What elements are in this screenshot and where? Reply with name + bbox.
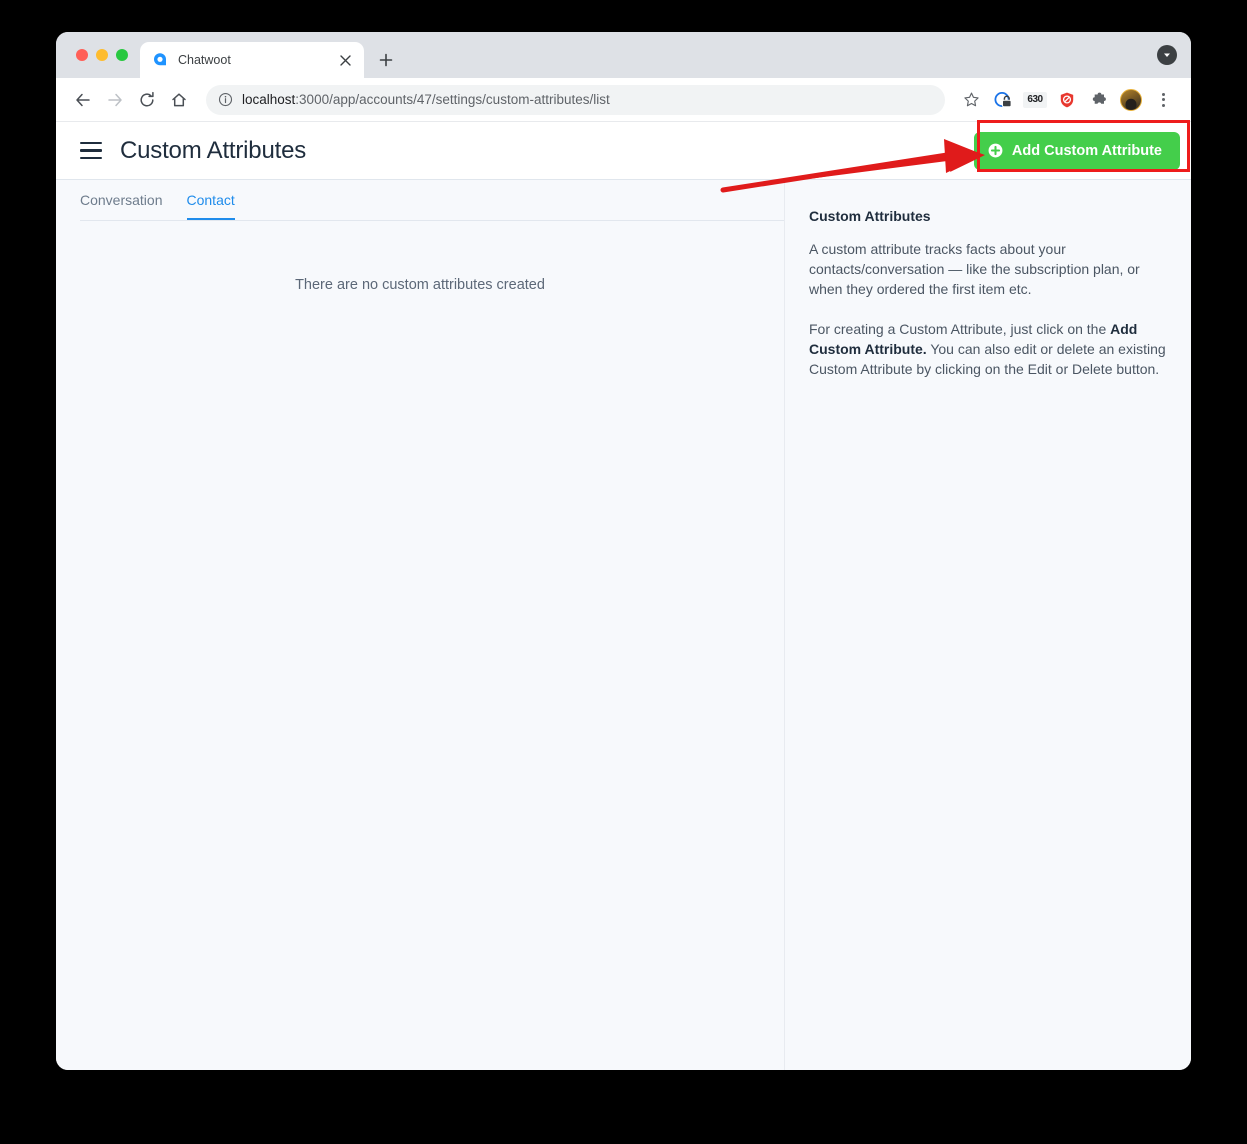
back-button[interactable] (68, 85, 98, 115)
add-custom-attribute-button[interactable]: Add Custom Attribute (973, 131, 1180, 170)
profile-avatar-icon[interactable] (1117, 86, 1145, 114)
sidebar-paragraph-2-part-1: For creating a Custom Attribute, just cl… (809, 321, 1111, 337)
page-content: Conversation Contact There are no custom… (56, 180, 1191, 1070)
empty-state-message: There are no custom attributes created (295, 277, 545, 293)
browser-menu-kebab-icon[interactable] (1149, 86, 1177, 114)
forward-button[interactable] (100, 85, 130, 115)
add-custom-attribute-label: Add Custom Attribute (1011, 142, 1162, 159)
reload-button[interactable] (132, 85, 162, 115)
tab-contact[interactable]: Contact (186, 192, 235, 220)
address-bar[interactable]: localhost:3000/app/accounts/47/settings/… (206, 84, 945, 115)
page-viewport: Custom Attributes Add Custom Attribute C… (56, 122, 1191, 1070)
window-traffic-lights (56, 32, 140, 78)
download-badge-icon[interactable] (1157, 45, 1177, 65)
close-tab-button[interactable] (336, 51, 354, 69)
puzzle-icon (1092, 92, 1106, 104)
browser-tabstrip: Chatwoot (56, 32, 1191, 78)
tabstrip-right-controls (1157, 32, 1191, 78)
maximize-window-button[interactable] (116, 49, 128, 61)
arrow-right-icon (108, 93, 122, 106)
close-window-button[interactable] (76, 49, 88, 61)
arrow-left-icon (76, 93, 90, 106)
info-circle-icon (218, 92, 233, 107)
extension-630-label: 630 (1023, 91, 1047, 108)
url-path: :3000/app/accounts/47/settings/custom-at… (295, 92, 610, 107)
browser-tab-title: Chatwoot (178, 53, 231, 67)
close-icon (339, 54, 351, 66)
plus-circle-icon (988, 143, 1003, 158)
bookmark-star-icon[interactable] (957, 86, 985, 114)
browser-window: Chatwoot localhost:3000/app/accounts/47/… (56, 32, 1191, 1070)
plus-icon (379, 53, 393, 67)
shield-icon (1060, 92, 1074, 107)
address-bar-url: localhost:3000/app/accounts/47/settings/… (242, 92, 610, 107)
url-host: localhost (242, 92, 296, 107)
main-column: Conversation Contact There are no custom… (56, 180, 785, 1070)
kebab-dots (1161, 92, 1165, 107)
tab-conversation[interactable]: Conversation (80, 192, 163, 220)
star-icon (963, 92, 979, 107)
adblock-shield-icon[interactable] (1053, 86, 1081, 114)
reload-icon (140, 91, 154, 106)
avatar (1120, 88, 1142, 111)
new-tab-button[interactable] (372, 46, 400, 74)
key-lock-icon (994, 91, 1012, 107)
page-title: Custom Attributes (120, 136, 307, 164)
extensions-puzzle-icon[interactable] (1085, 86, 1113, 114)
browser-tab[interactable]: Chatwoot (140, 42, 364, 78)
password-manager-icon[interactable] (989, 86, 1017, 114)
sidebar-paragraph-2: For creating a Custom Attribute, just cl… (809, 319, 1167, 379)
extension-630-icon[interactable]: 630 (1021, 86, 1049, 114)
home-icon (172, 92, 186, 106)
hamburger-menu-icon[interactable] (80, 141, 102, 160)
minimize-window-button[interactable] (96, 49, 108, 61)
app-header: Custom Attributes Add Custom Attribute (56, 122, 1191, 180)
browser-toolbar: localhost:3000/app/accounts/47/settings/… (56, 78, 1191, 122)
sidebar-paragraph-1: A custom attribute tracks facts about yo… (809, 241, 1140, 297)
sidebar-title: Custom Attributes (809, 208, 931, 224)
chatwoot-logo-icon (154, 53, 166, 66)
site-info-icon[interactable] (218, 92, 233, 107)
info-sidebar: Custom Attributes A custom attribute tra… (785, 180, 1191, 1070)
attribute-type-tabs: Conversation Contact (56, 180, 784, 220)
header-actions: Add Custom Attribute (973, 131, 1180, 170)
home-button[interactable] (164, 85, 194, 115)
chevron-down-icon (1164, 53, 1170, 57)
